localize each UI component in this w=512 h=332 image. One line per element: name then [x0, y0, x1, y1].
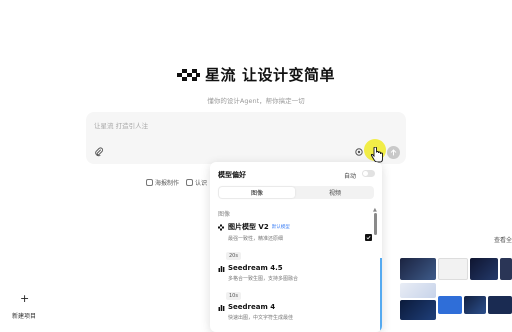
page-title: 让设计变简单 — [242, 66, 336, 84]
sparkle-icon — [186, 179, 193, 186]
model-name: 图片模型 V2 — [228, 223, 269, 231]
model-desc: 多格合一致生图，支持多图融合 — [228, 276, 299, 282]
model-time: 10s — [226, 292, 241, 300]
model-item[interactable]: Seedream 4 快速出图，中文字符生成最佳 — [218, 303, 370, 321]
gallery-thumb[interactable] — [500, 258, 512, 280]
gear-icon[interactable] — [354, 147, 364, 157]
attachment-icon[interactable] — [94, 147, 104, 157]
model-item[interactable]: 图片模型 V2 默认模型 最强一致性，精准还原细 20s — [218, 222, 372, 261]
chip-learn[interactable]: 认识 — [186, 178, 207, 187]
send-button[interactable] — [387, 146, 400, 159]
gallery-thumb[interactable] — [438, 296, 462, 314]
gallery-thumb[interactable] — [400, 300, 436, 320]
bar-chart-icon — [218, 265, 225, 272]
check-icon — [366, 235, 371, 240]
xingliu-logo-icon — [176, 68, 200, 81]
hover-accent-bar — [380, 258, 382, 332]
model-preference-popup: 模型偏好 自动 图像 视频 图像 ▲ 图片模型 V2 默认模型 最强一致性，精准… — [210, 162, 382, 332]
default-badge: 默认模型 — [271, 225, 290, 230]
chip-poster[interactable]: 海报制作 — [146, 178, 179, 187]
popup-title: 模型偏好 — [218, 171, 246, 179]
gallery-thumb[interactable] — [400, 283, 436, 298]
model-time: 20s — [226, 252, 241, 260]
model-name: Seedream 4 — [228, 303, 276, 311]
xingliu-model-icon — [218, 224, 224, 230]
auto-toggle[interactable] — [362, 170, 375, 177]
tab-image[interactable]: 图像 — [219, 187, 295, 198]
gallery-thumb[interactable] — [400, 258, 436, 280]
new-project-plus-icon[interactable]: + — [20, 292, 29, 305]
media-type-tabs: 图像 视频 — [218, 186, 374, 199]
gallery-thumb[interactable] — [438, 258, 468, 280]
image-icon — [146, 179, 153, 186]
model-item[interactable]: Seedream 4.5 多格合一致生图，支持多图融合 10s — [218, 264, 370, 301]
scrollbar-thumb[interactable] — [374, 213, 377, 235]
new-project-label[interactable]: 新建项目 — [12, 311, 36, 320]
chip-label: 海报制作 — [155, 180, 180, 187]
prompt-placeholder: 让星流 打造引人注 — [94, 122, 149, 130]
auto-label: 自动 — [344, 173, 357, 180]
chip-label: 认识 — [195, 180, 208, 187]
model-desc: 最强一致性，精准还原细 — [228, 236, 284, 242]
tab-video[interactable]: 视频 — [297, 187, 373, 198]
hero: 星流 让设计变简单 懂你的设计Agent，帮你搞定一切 — [0, 64, 512, 105]
model-name: Seedream 4.5 — [228, 264, 283, 272]
bar-chart-icon — [218, 304, 225, 311]
arrow-up-icon — [390, 149, 397, 156]
gallery-thumb[interactable] — [464, 296, 486, 314]
hero-subtitle: 懂你的设计Agent，帮你搞定一切 — [207, 97, 305, 105]
see-all-link[interactable]: 查看全部 — [494, 235, 512, 244]
gallery-thumb[interactable] — [470, 258, 498, 280]
brand-name: 星流 — [204, 66, 236, 84]
brand-row: 星流 让设计变简单 — [0, 64, 512, 85]
checkbox-checked[interactable] — [365, 234, 372, 241]
gallery-thumb[interactable] — [488, 296, 512, 314]
section-label: 图像 — [218, 211, 231, 218]
hand-cursor-icon — [370, 147, 383, 163]
